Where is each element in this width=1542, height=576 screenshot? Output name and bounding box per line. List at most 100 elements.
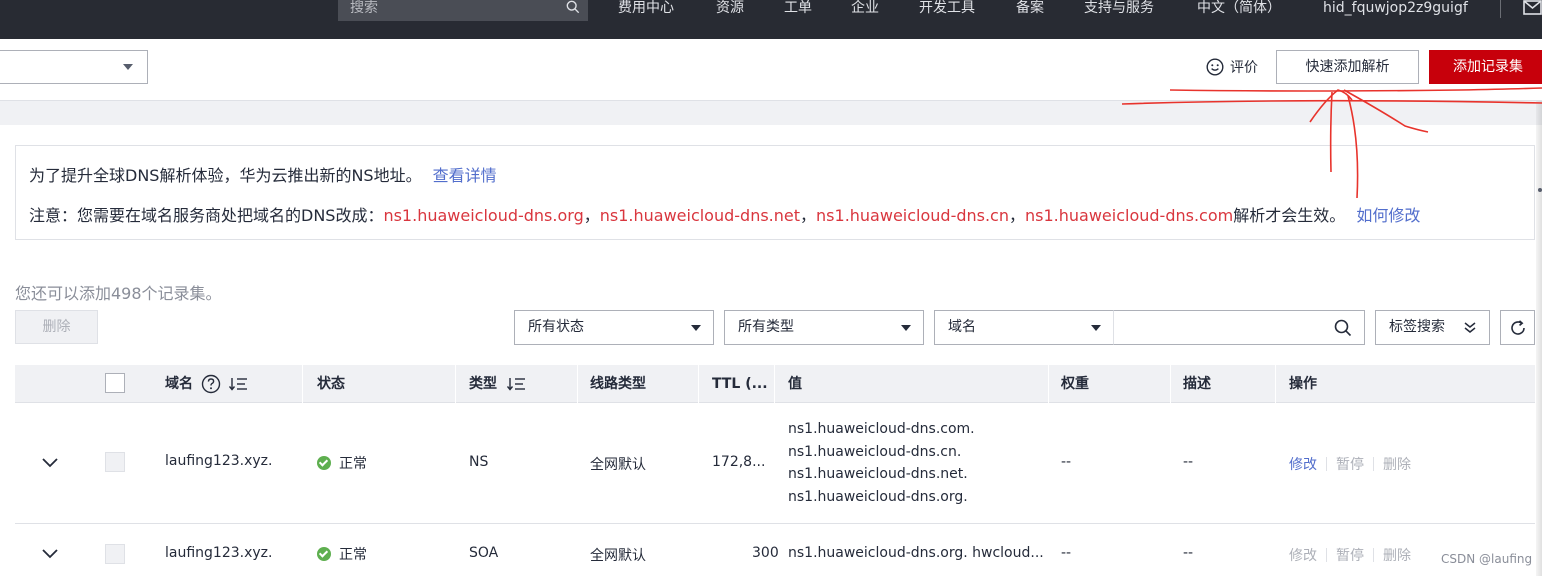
- expand-chevron-icon[interactable]: [41, 457, 59, 469]
- column-divider: [1275, 365, 1276, 403]
- search-field-select[interactable]: 域名: [934, 310, 1114, 345]
- column-divider: [455, 365, 456, 403]
- modify-link[interactable]: 修改: [1289, 454, 1317, 474]
- record-description: --: [1183, 454, 1194, 470]
- mail-icon[interactable]: [1523, 0, 1542, 16]
- record-operations: 修改 暂停 删除: [1289, 454, 1411, 474]
- notice-line-1-text: 为了提升全球DNS解析体验，华为云推出新的NS地址。: [29, 166, 422, 185]
- drawer-handle-icon: [1538, 188, 1542, 192]
- column-divider: [302, 365, 303, 403]
- record-operations: 修改 暂停 删除: [1289, 545, 1411, 565]
- smiley-icon: [1206, 58, 1224, 76]
- record-status-label: 正常: [339, 547, 367, 563]
- caret-down-icon: [691, 325, 701, 331]
- record-domain: laufing123.xyz.: [165, 545, 273, 561]
- quick-add-resolution-button[interactable]: 快速添加解析: [1276, 50, 1419, 84]
- record-domain: laufing123.xyz.: [165, 453, 273, 469]
- batch-delete-button[interactable]: 删除: [15, 310, 98, 344]
- column-header-description: 描述: [1183, 376, 1211, 392]
- nav-item-tickets[interactable]: 工单: [784, 0, 812, 16]
- record-status: 正常: [317, 453, 367, 473]
- record-ttl: 172,8...: [712, 454, 766, 470]
- column-divider: [1170, 365, 1171, 403]
- column-divider: [774, 365, 775, 403]
- status-ok-icon: [317, 547, 331, 561]
- nav-item-support[interactable]: 支持与服务: [1084, 0, 1154, 16]
- record-line-type: 全网默认: [590, 457, 646, 473]
- caret-down-icon: [901, 325, 911, 331]
- ns-separator: ，: [800, 206, 817, 225]
- ns-separator: ，: [583, 206, 600, 225]
- how-to-modify-link[interactable]: 如何修改: [1356, 206, 1420, 225]
- nav-item-resources[interactable]: 资源: [716, 0, 744, 16]
- record-line-type: 全网默认: [590, 548, 646, 564]
- record-description: --: [1183, 545, 1194, 561]
- remaining-quota-text: 您还可以添加498个记录集。: [15, 284, 222, 303]
- add-record-set-button[interactable]: 添加记录集: [1429, 50, 1542, 84]
- delete-link[interactable]: 删除: [1383, 545, 1411, 565]
- nav-item-language[interactable]: 中文（简体）: [1197, 0, 1281, 16]
- help-question-icon[interactable]: [201, 374, 221, 394]
- caret-down-icon: [1091, 325, 1101, 331]
- row-checkbox[interactable]: [105, 452, 125, 472]
- nav-item-enterprise[interactable]: 企业: [851, 0, 879, 16]
- pause-link[interactable]: 暂停: [1336, 454, 1364, 474]
- nav-divider: [1500, 0, 1501, 18]
- sort-icon[interactable]: [229, 376, 249, 392]
- watermark-text: CSDN @laufing: [1441, 552, 1533, 566]
- record-weight: --: [1061, 545, 1072, 561]
- column-header-domain-label: 域名: [165, 376, 193, 392]
- column-header-type-label: 类型: [469, 376, 497, 392]
- delete-link[interactable]: 删除: [1383, 454, 1411, 474]
- record-weight: --: [1061, 454, 1072, 470]
- records-table-header: 域名 状态 类型 线路类型 TTL (... 值 权重 描述 操作: [15, 365, 1535, 403]
- record-value-line: ns1.huaweicloud-dns.net.: [788, 466, 968, 482]
- record-search-input[interactable]: [1113, 310, 1365, 345]
- modify-link[interactable]: 修改: [1289, 545, 1317, 565]
- search-icon[interactable]: [1334, 319, 1352, 337]
- global-search-placeholder: 搜索: [350, 0, 378, 16]
- rate-button[interactable]: 评价: [1206, 56, 1258, 78]
- column-header-line-type: 线路类型: [590, 376, 646, 392]
- sort-icon[interactable]: [507, 376, 527, 392]
- row-checkbox[interactable]: [105, 544, 125, 564]
- expand-chevron-icon[interactable]: [41, 548, 59, 560]
- status-filter-select[interactable]: 所有状态: [514, 310, 714, 345]
- column-header-value: 值: [788, 376, 802, 392]
- record-value-line: ns1.huaweicloud-dns.cn.: [788, 443, 962, 460]
- nav-item-billing[interactable]: 费用中心: [618, 0, 674, 16]
- table-row: laufing123.xyz. 正常 NS 全网默认 172,8... ns1.…: [15, 403, 1535, 524]
- select-all-checkbox[interactable]: [105, 373, 125, 393]
- column-header-status: 状态: [317, 376, 345, 392]
- record-type: NS: [469, 454, 489, 470]
- column-divider: [577, 365, 578, 403]
- record-values: ns1.huaweicloud-dns.com. ns1.huaweicloud…: [788, 418, 975, 508]
- refresh-button[interactable]: [1500, 310, 1535, 345]
- ns-address-org: ns1.huaweicloud-dns.org: [383, 206, 584, 225]
- view-details-link[interactable]: 查看详情: [433, 166, 497, 185]
- notice-line-1: 为了提升全球DNS解析体验，华为云推出新的NS地址。 查看详情: [29, 162, 497, 186]
- nav-item-dev-tools[interactable]: 开发工具: [919, 0, 975, 16]
- drawer-edge-shadow: [1536, 101, 1542, 576]
- nav-item-account[interactable]: hid_fquwjop2z9guigf: [1323, 0, 1468, 16]
- global-search-input[interactable]: 搜索: [338, 0, 588, 21]
- record-value-line: ns1.huaweicloud-dns.org. hwcloud...: [788, 545, 1044, 561]
- rate-label: 评价: [1230, 60, 1258, 76]
- type-filter-select[interactable]: 所有类型: [724, 310, 924, 345]
- caret-down-icon: [123, 64, 133, 70]
- notice-line-2: 注意：您需要在域名服务商处把域名的DNS改成：ns1.huaweicloud-d…: [29, 202, 1420, 226]
- section-divider-band: [0, 101, 1542, 125]
- column-header-type: 类型: [469, 365, 527, 403]
- op-divider: [1326, 548, 1327, 562]
- op-divider: [1326, 457, 1327, 471]
- search-icon[interactable]: [566, 0, 580, 14]
- zone-select-dropdown[interactable]: [0, 50, 148, 84]
- op-divider: [1373, 457, 1374, 471]
- record-value-line: ns1.huaweicloud-dns.org.: [788, 488, 968, 505]
- column-header-operations: 操作: [1289, 376, 1317, 392]
- pause-link[interactable]: 暂停: [1336, 545, 1364, 565]
- tag-search-button[interactable]: 标签搜索: [1375, 310, 1490, 345]
- tag-search-label: 标签搜索: [1389, 319, 1445, 335]
- ns-address-com: ns1.huaweicloud-dns.com: [1025, 206, 1234, 225]
- nav-item-icp-filing[interactable]: 备案: [1016, 0, 1044, 16]
